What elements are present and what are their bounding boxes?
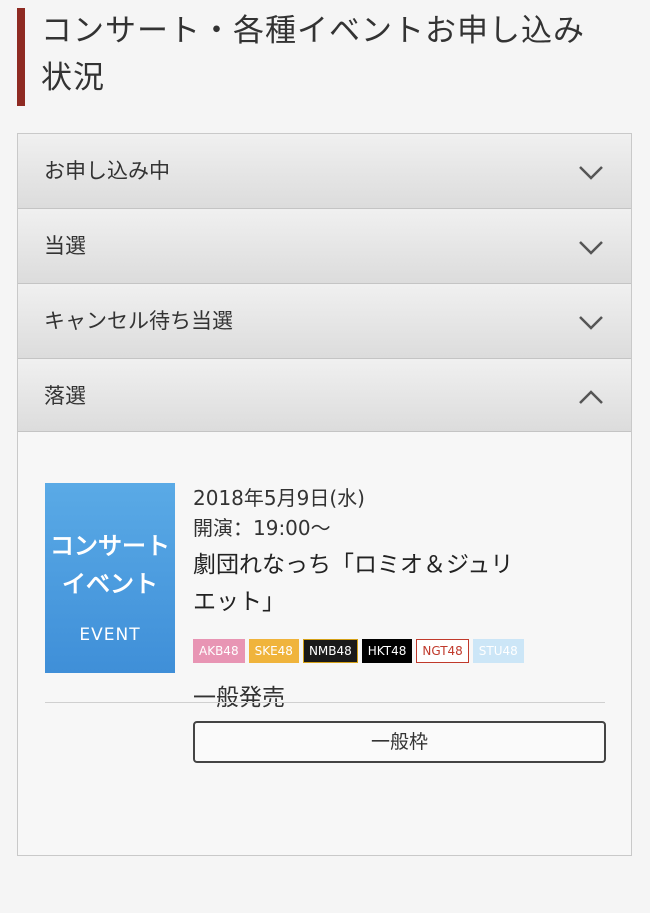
event-title-line-2: エット」 bbox=[193, 589, 285, 615]
group-badge-ngt48: NGT48 bbox=[416, 639, 469, 663]
accordion-header-lost[interactable]: 落選 bbox=[18, 359, 631, 432]
page-title-line-1: コンサート・各種イベントお申し込み bbox=[41, 13, 585, 49]
group-badge-akb48: AKB48 bbox=[193, 639, 245, 663]
group-badge-nmb48: NMB48 bbox=[302, 639, 358, 663]
event-title-line-1: 劇団れなっち「ロミオ＆ジュリ bbox=[193, 552, 514, 578]
group-badge-hkt48: HKT48 bbox=[361, 639, 413, 663]
general-slot-button[interactable]: 一般枠 bbox=[193, 721, 606, 763]
event-title[interactable]: 劇団れなっち「ロミオ＆ジュリ エット」 bbox=[193, 547, 613, 621]
application-status-accordion: お申し込み中 当選 キャンセル待ち当選 落選 コンサート イベント EVENT … bbox=[17, 133, 632, 856]
page-title: コンサート・各種イベントお申し込み 状況 bbox=[17, 8, 637, 106]
group-badges: AKB48 SKE48 NMB48 HKT48 NGT48 STU48 bbox=[193, 639, 613, 663]
accordion-label: キャンセル待ち当選 bbox=[44, 309, 233, 333]
page: コンサート・各種イベントお申し込み 状況 お申し込み中 当選 キャンセル待ち当選… bbox=[0, 0, 650, 913]
event-thumbnail[interactable]: コンサート イベント EVENT bbox=[45, 483, 175, 673]
thumbnail-line-1: コンサート bbox=[50, 532, 170, 560]
chevron-down-icon bbox=[579, 166, 603, 180]
accordion-header-applying[interactable]: お申し込み中 bbox=[18, 134, 631, 209]
event-time: 開演：19:00〜 bbox=[193, 516, 331, 540]
accordion-header-waitlist-won[interactable]: キャンセル待ち当選 bbox=[18, 284, 631, 359]
group-badge-ske48: SKE48 bbox=[248, 639, 299, 663]
thumbnail-line-2: イベント bbox=[62, 570, 158, 598]
chevron-up-icon bbox=[579, 390, 603, 404]
page-title-line-2: 状況 bbox=[41, 60, 105, 96]
sale-type: 一般発売 bbox=[193, 685, 285, 711]
accordion-header-won[interactable]: 当選 bbox=[18, 209, 631, 284]
accordion-label: お申し込み中 bbox=[44, 159, 170, 183]
group-badge-stu48: STU48 bbox=[472, 639, 524, 663]
event-date: 2018年5月9日(水) bbox=[193, 486, 365, 510]
accordion-label: 落選 bbox=[44, 384, 86, 408]
thumbnail-line-3: EVENT bbox=[79, 625, 141, 645]
chevron-down-icon bbox=[579, 316, 603, 330]
accordion-body-lost: コンサート イベント EVENT 2018年5月9日(水) 開演：19:00〜 … bbox=[18, 432, 631, 763]
event-info: 2018年5月9日(水) 開演：19:00〜 劇団れなっち「ロミオ＆ジュリ エッ… bbox=[193, 483, 613, 763]
divider bbox=[45, 702, 605, 703]
chevron-down-icon bbox=[579, 241, 603, 255]
accordion-label: 当選 bbox=[44, 234, 86, 258]
